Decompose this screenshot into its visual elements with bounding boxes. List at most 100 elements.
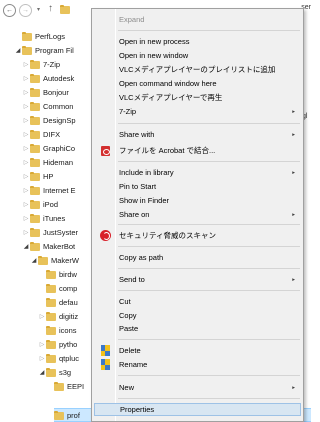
menu-item-security-scan[interactable]: セキュリティ脅威のスキャン bbox=[94, 229, 301, 242]
menu-separator bbox=[118, 290, 300, 291]
tree-item[interactable]: ▷ Hideman bbox=[22, 155, 73, 169]
menu-separator bbox=[118, 30, 300, 31]
folder-icon bbox=[46, 311, 56, 321]
tree-item[interactable]: ◢ Program Fil bbox=[14, 43, 74, 57]
tree-item[interactable]: ▷ Bonjour bbox=[22, 85, 69, 99]
expanded-arrow-icon[interactable]: ◢ bbox=[14, 47, 22, 54]
menu-item-open-command-window[interactable]: Open command window here bbox=[94, 77, 301, 90]
collapsed-arrow-icon[interactable]: ▷ bbox=[38, 341, 46, 348]
forward-arrow-icon: → bbox=[22, 7, 29, 14]
tree-item[interactable]: birdw bbox=[38, 267, 77, 281]
folder-icon bbox=[30, 241, 40, 251]
tree-item[interactable]: ▷ DesignSp bbox=[22, 113, 76, 127]
menu-item-cut[interactable]: Cut bbox=[94, 295, 301, 308]
tree-item[interactable]: ◢ MakerBot bbox=[22, 239, 75, 253]
folder-icon bbox=[30, 227, 40, 237]
collapsed-arrow-icon[interactable]: ▷ bbox=[22, 131, 30, 138]
folder-icon bbox=[46, 367, 56, 377]
menu-item-delete[interactable]: Delete bbox=[94, 344, 301, 357]
back-arrow-icon: ← bbox=[6, 7, 13, 14]
shield-icon bbox=[100, 359, 110, 370]
menu-item-combine-in-acrobat[interactable]: ファイルを Acrobat で結合... bbox=[94, 144, 301, 157]
menu-item-7-zip[interactable]: 7-Zip ▸ bbox=[94, 105, 301, 118]
collapsed-arrow-icon[interactable]: ▷ bbox=[22, 117, 30, 124]
menu-item-share-on[interactable]: Share on ▸ bbox=[94, 208, 301, 221]
expanded-arrow-icon[interactable]: ◢ bbox=[38, 369, 46, 376]
back-button[interactable]: ← bbox=[3, 4, 16, 17]
menu-separator bbox=[118, 268, 300, 269]
menu-item-rename[interactable]: Rename bbox=[94, 358, 301, 371]
tree-item[interactable]: ▷ digitiz bbox=[38, 309, 78, 323]
menu-separator bbox=[118, 246, 300, 247]
tree-item[interactable]: ▷ iPod bbox=[22, 197, 58, 211]
folder-icon bbox=[46, 325, 56, 335]
folder-icon bbox=[46, 353, 56, 363]
up-one-level-icon[interactable]: ↑ bbox=[48, 3, 53, 14]
collapsed-arrow-icon[interactable]: ▷ bbox=[22, 187, 30, 194]
collapsed-arrow-icon[interactable]: ▷ bbox=[38, 313, 46, 320]
tree-item[interactable]: ▷ Autodesk bbox=[22, 71, 74, 85]
collapsed-arrow-icon[interactable]: ▷ bbox=[22, 215, 30, 222]
tree-item[interactable]: ◢ s3g bbox=[38, 365, 71, 379]
menu-item-properties[interactable]: Properties bbox=[94, 403, 301, 416]
menu-item-pin-to-start[interactable]: Pin to Start bbox=[94, 180, 301, 193]
menu-item-show-in-finder[interactable]: Show in Finder bbox=[94, 194, 301, 207]
tree-item[interactable]: ▷ Internet E bbox=[22, 183, 76, 197]
folder-icon bbox=[30, 101, 40, 111]
expanded-arrow-icon[interactable]: ◢ bbox=[22, 243, 30, 250]
menu-item-paste[interactable]: Paste bbox=[94, 322, 301, 335]
folder-icon bbox=[30, 171, 40, 181]
tree-item[interactable]: ▷ JustSyster bbox=[22, 225, 78, 239]
folder-icon bbox=[30, 185, 40, 195]
tree-item[interactable]: ▷ HP bbox=[22, 169, 53, 183]
collapsed-arrow-icon[interactable]: ▷ bbox=[38, 355, 46, 362]
menu-item-include-in-library[interactable]: Include in library ▸ bbox=[94, 166, 301, 179]
folder-icon bbox=[22, 31, 32, 41]
menu-item-send-to[interactable]: Send to ▸ bbox=[94, 273, 301, 286]
menu-item-open-in-new-window[interactable]: Open in new window bbox=[94, 49, 301, 62]
submenu-arrow-icon: ▸ bbox=[292, 108, 295, 115]
forward-button[interactable]: → bbox=[19, 4, 32, 17]
menu-item-open-in-new-process[interactable]: Open in new process bbox=[94, 35, 301, 48]
collapsed-arrow-icon[interactable]: ▷ bbox=[22, 173, 30, 180]
folder-icon bbox=[46, 297, 56, 307]
submenu-arrow-icon: ▸ bbox=[292, 169, 295, 176]
collapsed-arrow-icon[interactable]: ▷ bbox=[22, 201, 30, 208]
menu-item-expand: Expand bbox=[119, 15, 145, 24]
collapsed-arrow-icon[interactable]: ▷ bbox=[22, 145, 30, 152]
collapsed-arrow-icon[interactable]: ▷ bbox=[22, 75, 30, 82]
tree-item[interactable]: ▷ pytho bbox=[38, 337, 77, 351]
tree-item[interactable]: defau bbox=[38, 295, 78, 309]
tree-item[interactable]: PerfLogs bbox=[14, 29, 65, 43]
tree-item[interactable]: ▷ GraphiCo bbox=[22, 141, 75, 155]
tree-item[interactable]: icons bbox=[38, 323, 77, 337]
recent-locations-chevron-down-icon[interactable]: ▾ bbox=[37, 6, 40, 13]
tree-item[interactable]: ▷ qtpluc bbox=[38, 351, 79, 365]
submenu-arrow-icon: ▸ bbox=[292, 384, 295, 391]
menu-item-share-with[interactable]: Share with ▸ bbox=[94, 128, 301, 141]
security-scan-icon bbox=[99, 230, 111, 241]
context-menu: Expand Open in new process Open in new w… bbox=[91, 8, 304, 422]
submenu-arrow-icon: ▸ bbox=[292, 131, 295, 138]
collapsed-arrow-icon[interactable]: ▷ bbox=[22, 159, 30, 166]
tree-item[interactable]: ▷ 7-Zip bbox=[22, 57, 60, 71]
menu-item-vlc-play[interactable]: VLCメディアプレイヤーで再生 bbox=[94, 91, 301, 104]
tree-item-selected[interactable]: prof bbox=[46, 408, 80, 422]
menu-separator bbox=[118, 224, 300, 225]
expanded-arrow-icon[interactable]: ◢ bbox=[30, 257, 38, 264]
tree-item[interactable]: EEPI bbox=[46, 379, 84, 393]
menu-item-vlc-add-to-playlist[interactable]: VLCメディアプレイヤーのプレイリストに追加 bbox=[94, 63, 301, 76]
menu-item-copy-as-path[interactable]: Copy as path bbox=[94, 251, 301, 264]
tree-item[interactable]: comp bbox=[38, 281, 77, 295]
tree-item[interactable]: ▷ iTunes bbox=[22, 211, 65, 225]
tree-item[interactable]: ◢ MakerW bbox=[30, 253, 79, 267]
tree-item[interactable]: ▷ DIFX bbox=[22, 127, 60, 141]
collapsed-arrow-icon[interactable]: ▷ bbox=[22, 89, 30, 96]
collapsed-arrow-icon[interactable]: ▷ bbox=[22, 229, 30, 236]
tree-item[interactable]: ▷ Common bbox=[22, 99, 73, 113]
menu-item-copy[interactable]: Copy bbox=[94, 309, 301, 322]
folder-icon bbox=[30, 129, 40, 139]
collapsed-arrow-icon[interactable]: ▷ bbox=[22, 103, 30, 110]
menu-item-new[interactable]: New ▸ bbox=[94, 381, 301, 394]
collapsed-arrow-icon[interactable]: ▷ bbox=[22, 61, 30, 68]
